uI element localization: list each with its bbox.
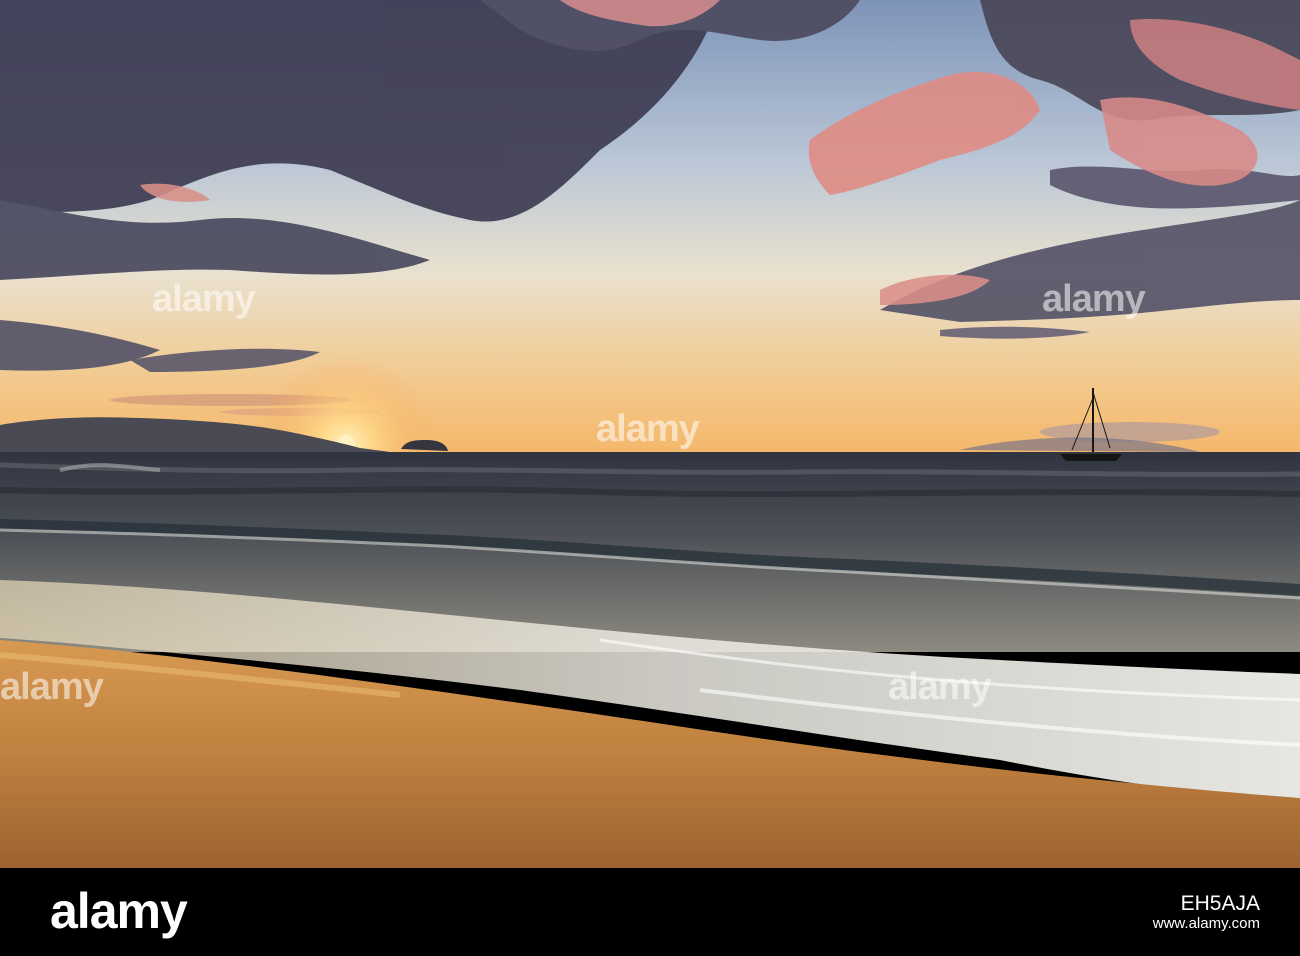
image-meta: EH5AJA www.alamy.com: [1152, 892, 1260, 934]
sunset-beach-photo: alamy alamy alamy alamy alamy: [0, 0, 1300, 868]
site-url: www.alamy.com: [1152, 915, 1260, 932]
watermark-upper-left: alamy: [152, 278, 256, 320]
watermark-upper-right: alamy: [1042, 278, 1146, 320]
watermark-left: alamy: [0, 666, 104, 708]
brand-logo: alamy: [50, 883, 188, 939]
footer-bar: alamy EH5AJA www.alamy.com: [0, 868, 1300, 956]
image-id: EH5AJA: [1180, 892, 1260, 915]
watermark-bottom-right: alamy: [888, 666, 992, 708]
watermark-center: alamy: [596, 408, 700, 450]
stock-photo-frame: alamy alamy alamy alamy alamy alamy EH5A…: [0, 0, 1300, 956]
